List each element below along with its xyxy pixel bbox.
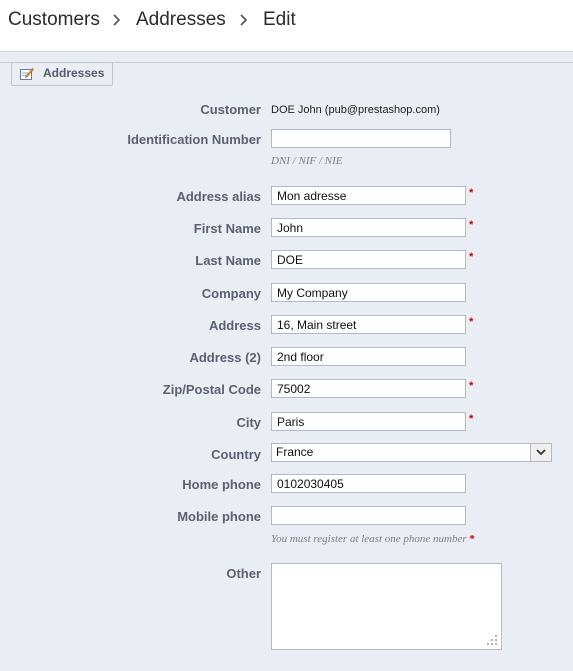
phone-label: Home phone (182, 477, 261, 492)
chevron-right-icon (113, 14, 121, 26)
required-mark: * (469, 187, 474, 199)
required-mark: * (469, 380, 474, 392)
resize-grip-icon[interactable] (486, 634, 498, 646)
required-mark: * (469, 251, 474, 263)
alias-label: Address alias (176, 189, 261, 204)
required-mark: * (469, 219, 474, 231)
country-label: Country (211, 447, 261, 462)
required-mark: * (469, 533, 475, 545)
identification-input[interactable] (271, 129, 451, 148)
address2-label: Address (2) (189, 350, 261, 365)
phone-input[interactable] (271, 474, 466, 493)
edit-icon (20, 68, 34, 80)
chevron-down-icon (536, 449, 546, 456)
firstname-input[interactable] (271, 218, 466, 237)
city-label: City (236, 415, 261, 430)
header-bar: Customers Addresses Edit (0, 0, 573, 52)
breadcrumb-edit: Edit (263, 9, 296, 30)
alias-input[interactable] (271, 186, 466, 205)
identification-hint: DNI / NIF / NIE (271, 155, 343, 167)
company-label: Company (201, 286, 261, 301)
phone-hint: You must register at least one phone num… (271, 533, 475, 545)
country-select[interactable]: France (271, 443, 552, 462)
address1-input[interactable] (271, 315, 466, 334)
breadcrumb-addresses[interactable]: Addresses (136, 9, 226, 31)
lastname-input[interactable] (271, 250, 466, 269)
required-mark: * (469, 316, 474, 328)
other-label: Other (226, 566, 261, 581)
country-selected-value: France (276, 445, 314, 459)
fieldset-legend: Addresses (11, 62, 114, 86)
legend-label: Addresses (43, 66, 105, 80)
address1-label: Address (208, 318, 261, 333)
identification-label: Identification Number (127, 132, 261, 147)
customer-label: Customer (200, 102, 261, 117)
postcode-label: Zip/Postal Code (162, 382, 261, 397)
breadcrumb-customers[interactable]: Customers (8, 9, 100, 31)
other-textarea[interactable] (271, 563, 502, 650)
postcode-input[interactable] (271, 379, 466, 398)
mobile-label: Mobile phone (177, 509, 261, 524)
required-mark: * (469, 413, 474, 425)
customer-value: DOE John (pub@prestashop.com) (271, 104, 440, 116)
address2-input[interactable] (271, 347, 466, 366)
lastname-label: Last Name (195, 253, 261, 268)
city-input[interactable] (271, 412, 466, 431)
chevron-right-icon (240, 14, 248, 26)
company-input[interactable] (271, 283, 466, 302)
mobile-input[interactable] (271, 506, 466, 525)
firstname-label: First Name (193, 221, 261, 236)
phone-hint-text: You must register at least one phone num… (271, 533, 467, 545)
country-dropdown-button[interactable] (530, 444, 551, 461)
